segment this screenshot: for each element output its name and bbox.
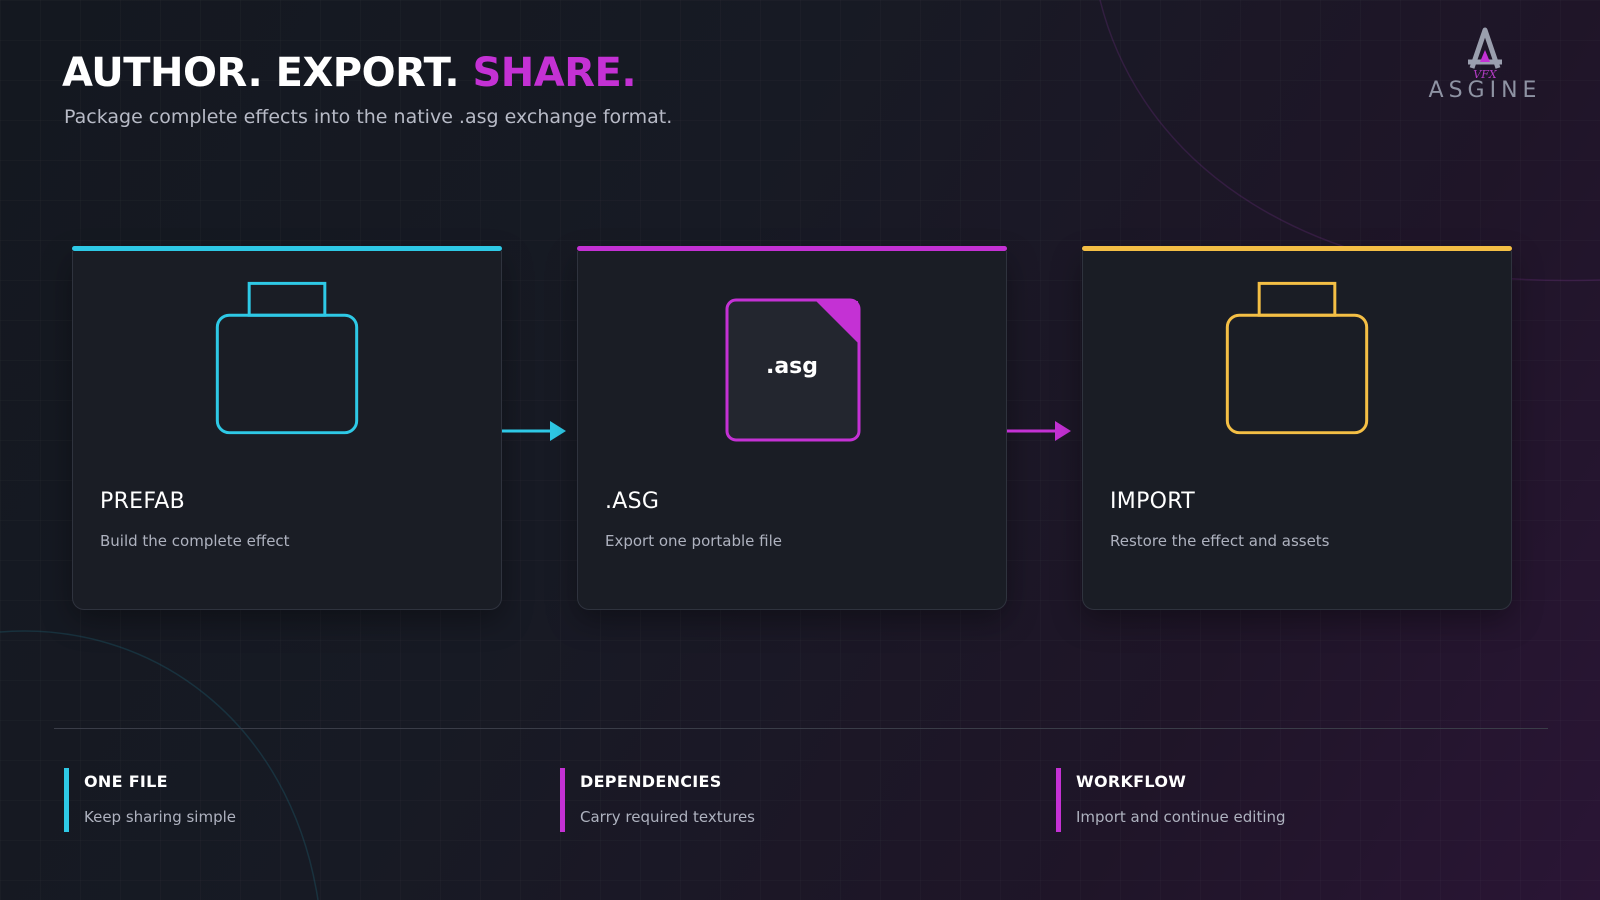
asg-file-icon: .asg xyxy=(578,281,1006,451)
step-card-asg: .asg .ASG Export one portable file xyxy=(577,246,1007,610)
title-main: AUTHOR. EXPORT. xyxy=(62,50,460,96)
feature-description: Carry required textures xyxy=(580,808,755,826)
container-icon xyxy=(215,281,359,435)
logo-text: ASGINE xyxy=(1428,78,1542,103)
logo-triangle-icon xyxy=(1468,27,1502,69)
card-title: .ASG xyxy=(605,489,660,514)
card-accent-bar xyxy=(1082,246,1512,251)
arrow-right-icon xyxy=(502,421,566,441)
title-accent: SHARE. xyxy=(472,50,637,96)
feature-accent-bar xyxy=(1056,768,1061,832)
feature-title: DEPENDENCIES xyxy=(580,772,722,791)
feature-title: ONE FILE xyxy=(84,772,168,791)
card-title: IMPORT xyxy=(1110,489,1195,514)
feature-title: WORKFLOW xyxy=(1076,772,1187,791)
step-card-prefab: PREFAB Build the complete effect xyxy=(72,246,502,610)
feature-description: Import and continue editing xyxy=(1076,808,1286,826)
page-title: AUTHOR. EXPORT. SHARE. xyxy=(62,50,637,96)
feature-accent-bar xyxy=(64,768,69,832)
card-description: Restore the effect and assets xyxy=(1110,532,1330,550)
feature-accent-bar xyxy=(560,768,565,832)
card-description: Build the complete effect xyxy=(100,532,290,550)
card-accent-bar xyxy=(72,246,502,251)
card-accent-bar xyxy=(577,246,1007,251)
container-icon xyxy=(1225,281,1369,435)
card-title: PREFAB xyxy=(100,489,186,514)
page-subtitle: Package complete effects into the native… xyxy=(64,106,673,128)
step-card-import: IMPORT Restore the effect and assets xyxy=(1082,246,1512,610)
section-divider xyxy=(54,728,1548,729)
file-extension-label: .asg xyxy=(765,354,819,379)
arrow-right-icon xyxy=(1007,421,1071,441)
card-description: Export one portable file xyxy=(605,532,783,550)
feature-description: Keep sharing simple xyxy=(84,808,236,826)
brand-logo: VFX ASGINE xyxy=(1420,24,1550,104)
